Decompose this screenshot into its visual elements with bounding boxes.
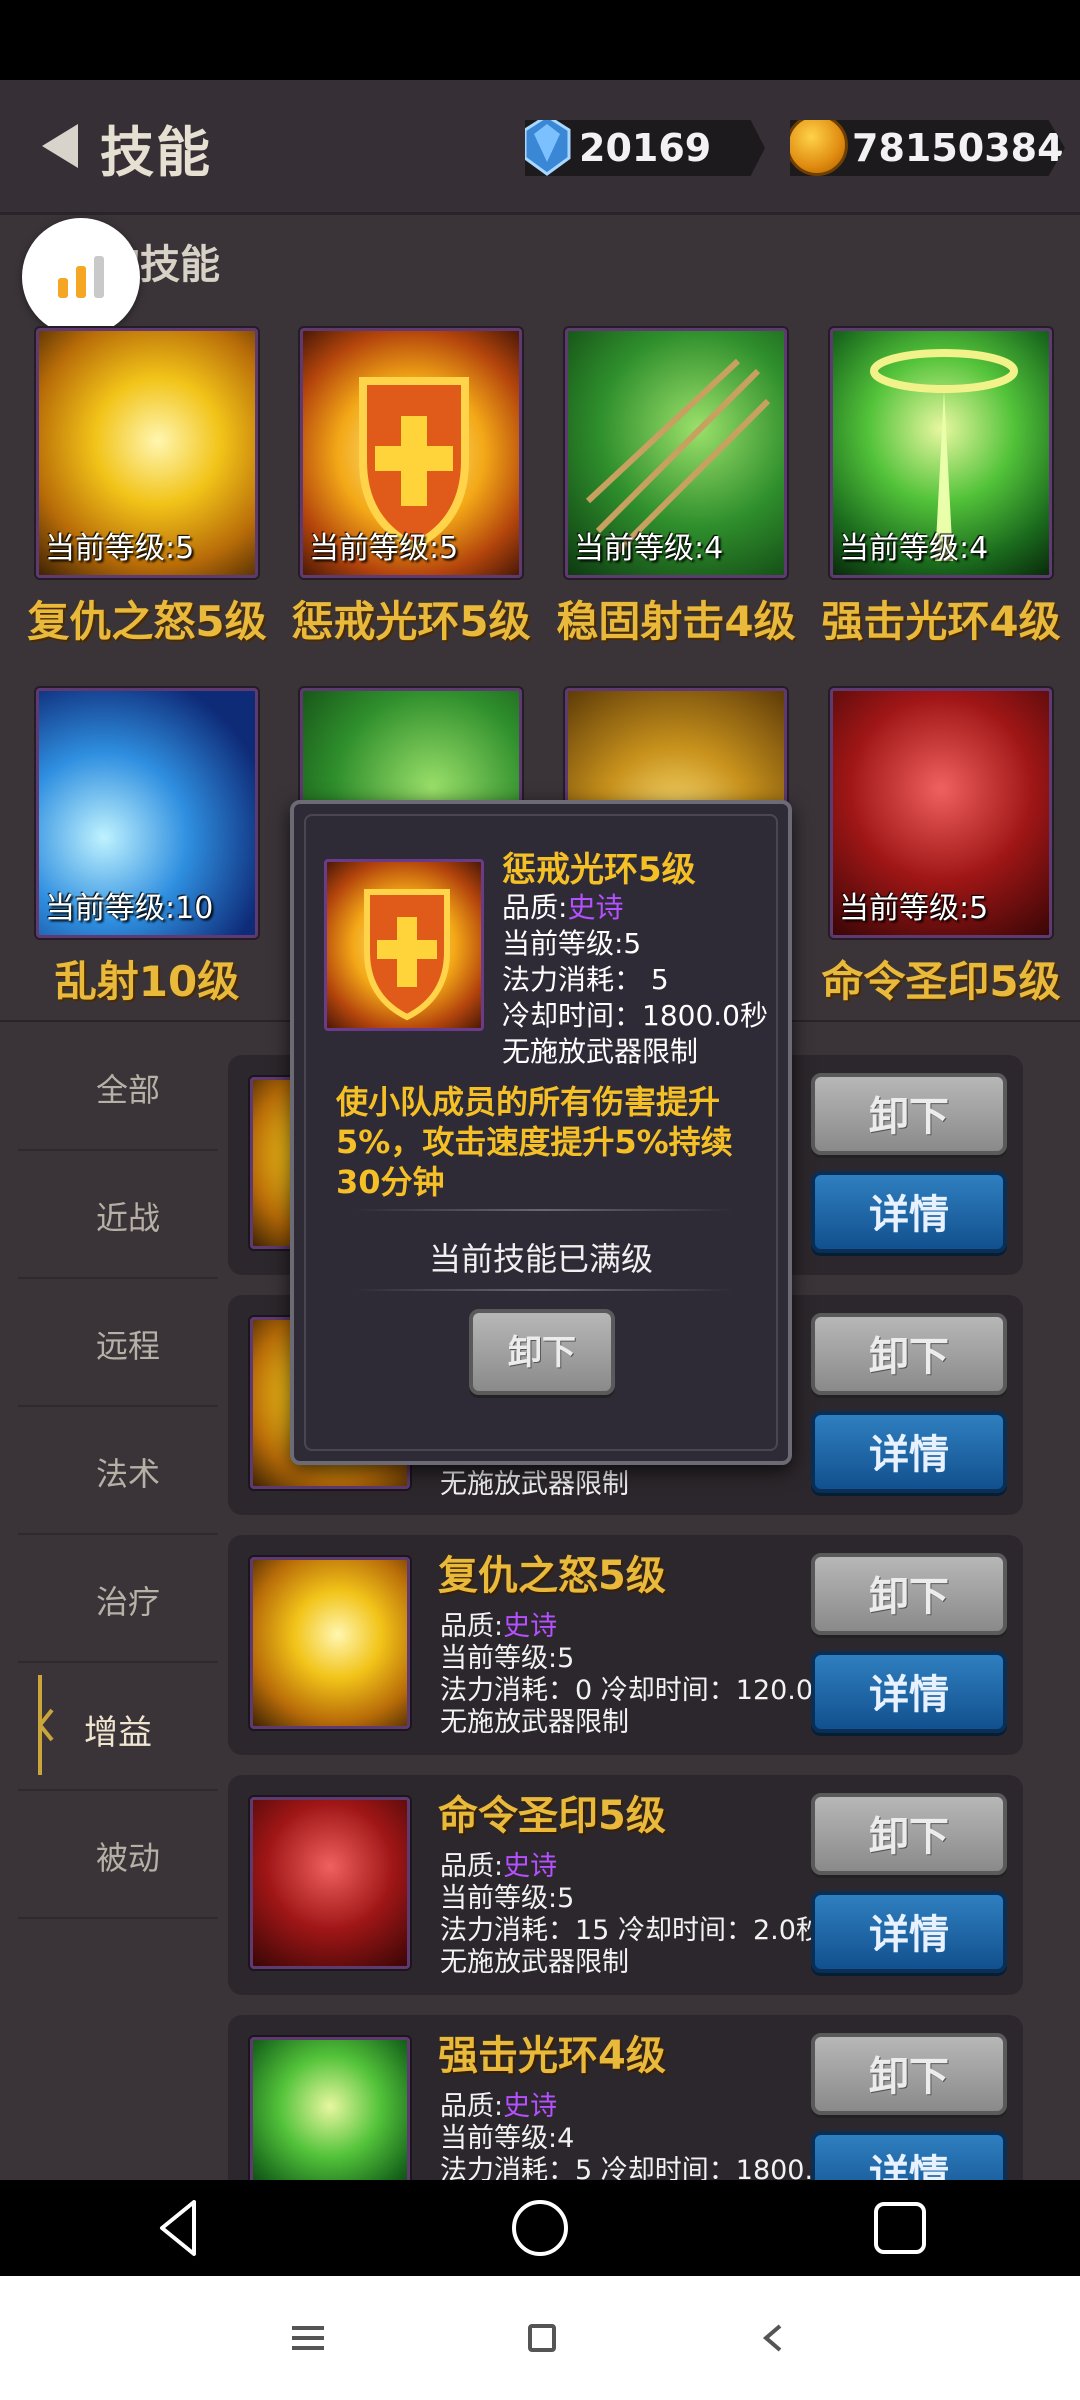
slot-name: 命令圣印5级 xyxy=(821,957,1061,1006)
slot-name: 稳固射击4级 xyxy=(556,597,796,646)
coin-counter[interactable]: 78150384 xyxy=(790,120,1065,176)
recents-icon[interactable] xyxy=(868,2196,932,2260)
popup-separator xyxy=(354,1209,734,1211)
tab-all[interactable]: 全部 xyxy=(18,1025,218,1151)
unequip-button[interactable]: 卸下 xyxy=(811,1793,1007,1875)
unequip-button[interactable]: 卸下 xyxy=(811,1553,1007,1635)
tab-ranged[interactable]: 远程 xyxy=(18,1281,218,1407)
skill-list-item[interactable]: 命令圣印5级 品质:史诗 当前等级:5 法力消耗：15 冷却时间：2.0秒 无施… xyxy=(228,1775,1023,1995)
tab-passive[interactable]: 被动 xyxy=(18,1793,218,1919)
skill-weapon-limit: 无施放武器限制 xyxy=(440,1707,629,1738)
skill-weapon-limit: 无施放武器限制 xyxy=(440,1469,629,1500)
popup-level: 当前等级:5 xyxy=(502,927,642,960)
back-arrow-icon[interactable] xyxy=(40,122,80,170)
bar-icon-1 xyxy=(58,278,68,298)
gem-icon xyxy=(525,120,571,176)
slot-level: 当前等级:5 xyxy=(45,531,195,566)
back-icon[interactable] xyxy=(148,2196,212,2260)
details-button[interactable]: 详情 xyxy=(811,1891,1007,1973)
details-button[interactable]: 详情 xyxy=(811,1411,1007,1493)
navigation-bar xyxy=(0,2180,1080,2276)
popup-unequip-button[interactable]: 卸下 xyxy=(469,1309,615,1395)
tab-heal[interactable]: 治疗 xyxy=(18,1537,218,1663)
skill-thumbnail xyxy=(250,1797,410,1969)
unequip-button[interactable]: 卸下 xyxy=(811,2033,1007,2115)
slot-level: 当前等级:5 xyxy=(839,891,989,926)
header: 技能 20169 78150384 xyxy=(0,80,1080,215)
popup-skill-icon xyxy=(324,859,484,1031)
bar-icon-3 xyxy=(94,256,104,298)
gem-count: 20169 xyxy=(579,126,712,170)
slot-level: 当前等级:4 xyxy=(839,531,989,566)
tab-spell[interactable]: 法术 xyxy=(18,1409,218,1535)
bar-icon-2 xyxy=(76,266,86,298)
slot-level: 当前等级:5 xyxy=(309,531,459,566)
shield-icon xyxy=(364,889,450,1021)
popup-quality: 品质:史诗 xyxy=(502,891,624,924)
slot-name: 惩戒光环5级 xyxy=(291,597,531,646)
popup-skill-name: 惩戒光环5级 xyxy=(502,850,696,890)
equipped-slot-3[interactable]: 当前等级:4 xyxy=(565,328,787,578)
skill-thumbnail xyxy=(250,2037,410,2180)
skill-weapon-limit: 无施放武器限制 xyxy=(440,1947,629,1978)
equipped-slot-1[interactable]: 当前等级:5 xyxy=(36,328,258,578)
skill-list-item[interactable]: 强击光环4级 品质:史诗 当前等级:4 法力消耗：5 冷却时间：1800.0秒 … xyxy=(228,2015,1023,2180)
details-button[interactable]: 详情 xyxy=(811,2131,1007,2180)
details-button[interactable]: 详情 xyxy=(811,1651,1007,1733)
popup-cooldown: 冷却时间：1800.0秒 xyxy=(502,999,768,1032)
skill-name: 复仇之怒5级 xyxy=(438,1553,666,1599)
slot-name: 强击光环4级 xyxy=(821,597,1061,646)
tab-buff[interactable]: 增益 xyxy=(18,1665,218,1791)
skills-screen: 技能 20169 78150384 的技能 当前等级:5 复仇之怒5级 当前等级… xyxy=(0,80,1080,2180)
floating-assistant-button[interactable] xyxy=(22,218,140,336)
menu-icon[interactable] xyxy=(286,2316,330,2360)
system-bar xyxy=(0,2276,1080,2400)
tab-melee[interactable]: 近战 xyxy=(18,1153,218,1279)
chevron-left-icon[interactable] xyxy=(752,2316,796,2360)
equipped-slot-8[interactable]: 当前等级:5 xyxy=(830,688,1052,938)
equipped-slot-5[interactable]: 当前等级:10 xyxy=(36,688,258,938)
status-bar xyxy=(0,0,1080,80)
skill-name: 命令圣印5级 xyxy=(438,1793,666,1839)
slot-name: 乱射10级 xyxy=(54,957,240,1006)
skill-cost: 法力消耗：5 冷却时间：1800.0秒 xyxy=(440,2155,858,2180)
popup-max-level-status: 当前技能已满级 xyxy=(428,1240,653,1278)
skill-thumbnail xyxy=(250,1557,410,1729)
home-icon[interactable] xyxy=(508,2196,572,2260)
page-title: 技能 xyxy=(100,121,212,184)
slot-level: 当前等级:4 xyxy=(574,531,724,566)
slot-name: 复仇之怒5级 xyxy=(27,597,267,646)
popup-mana: 法力消耗： 5 xyxy=(502,963,669,996)
skill-detail-popup: 惩戒光环5级 品质:史诗 当前等级:5 法力消耗： 5 冷却时间：1800.0秒… xyxy=(290,800,792,1465)
details-button[interactable]: 详情 xyxy=(811,1171,1007,1253)
unequip-button[interactable]: 卸下 xyxy=(811,1313,1007,1395)
equipped-slot-4[interactable]: 当前等级:4 xyxy=(830,328,1052,578)
unequip-button[interactable]: 卸下 xyxy=(811,1073,1007,1155)
equipped-slot-2[interactable]: 当前等级:5 xyxy=(300,328,522,578)
slot-level: 当前等级:10 xyxy=(45,891,214,926)
coin-icon xyxy=(790,120,848,176)
popup-weapon-limit: 无施放武器限制 xyxy=(502,1035,699,1068)
coin-count: 78150384 xyxy=(852,126,1064,170)
category-tabs: 全部 近战 远程 法术 治疗 增益 被动 xyxy=(0,1025,228,2180)
popup-description: 使小队成员的所有伤害提升5%，攻击速度提升5%持续30分钟 xyxy=(336,1083,733,1201)
square-icon[interactable] xyxy=(520,2316,564,2360)
popup-separator xyxy=(354,1289,734,1291)
gem-counter[interactable]: 20169 xyxy=(525,120,765,176)
skill-name: 强击光环4级 xyxy=(438,2033,666,2079)
skill-list-item[interactable]: 复仇之怒5级 品质:史诗 当前等级:5 法力消耗：0 冷却时间：120.0秒 无… xyxy=(228,1535,1023,1755)
